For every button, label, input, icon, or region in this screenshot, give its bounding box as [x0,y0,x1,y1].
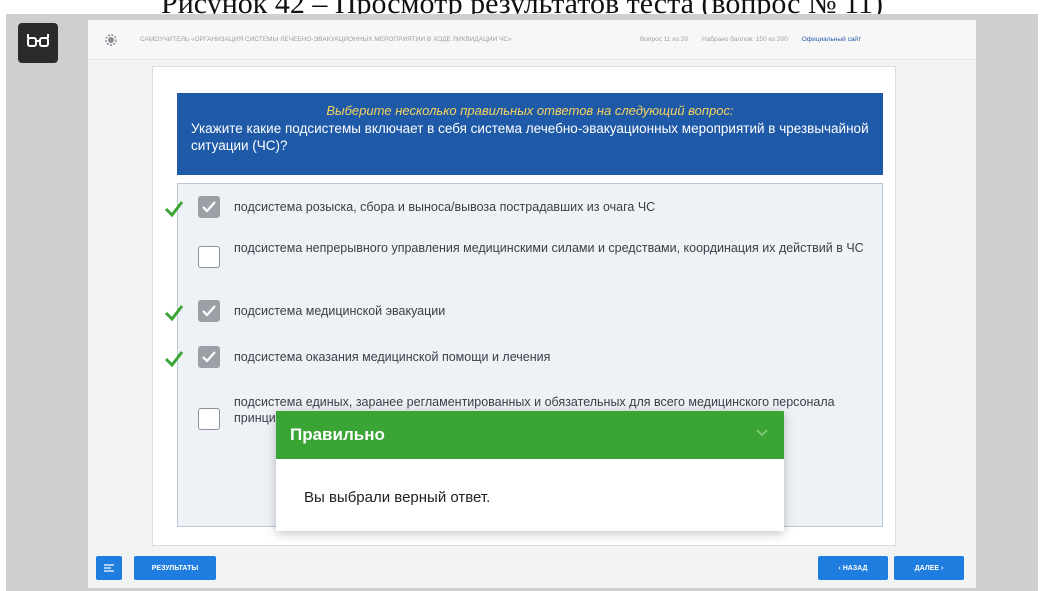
course-title: САМОУЧИТЕЛЬ «ОРГАНИЗАЦИЯ СИСТЕМЫ ЛЕЧЕБНО… [140,36,512,43]
glasses-icon [27,34,49,47]
correct-check-icon [164,305,184,322]
feedback-title: Правильно [290,425,385,444]
menu-button[interactable] [96,556,122,580]
gear-icon[interactable] [104,33,118,47]
bottom-toolbar: РЕЗУЛЬТАТЫ ‹ НАЗАД ДАЛЕЕ › [96,556,966,582]
answer-text: подсистема розыска, сбора и выноса/вывоз… [234,200,656,214]
answer-checkbox[interactable] [198,196,220,218]
answer-checkbox[interactable] [198,300,220,322]
chevron-down-icon[interactable] [756,429,768,437]
checkmark-icon [202,305,216,317]
answer-text: подсистема оказания медицинской помощи и… [234,350,551,364]
top-bar: САМОУЧИТЕЛЬ «ОРГАНИЗАЦИЯ СИСТЕМЫ ЛЕЧЕБНО… [88,20,976,60]
question-text: Укажите какие подсистемы включает в себя… [191,121,869,153]
feedback-popup: Правильно Вы выбрали верный ответ. [276,411,784,531]
score-display: Набрано баллов: 150 из 200 [701,36,788,43]
answer-text: подсистема медицинской эвакуации [234,304,446,318]
correct-check-icon [164,201,184,218]
question-hint: Выберите несколько правильных ответов на… [326,103,734,118]
official-site-link[interactable]: Официальный сайт [802,36,861,43]
answer-checkbox[interactable] [198,346,220,368]
feedback-header[interactable]: Правильно [276,411,784,459]
menu-icon [104,564,114,572]
checkmark-icon [202,351,216,363]
results-button[interactable]: РЕЗУЛЬТАТЫ [134,556,216,580]
question-header: Выберите несколько правильных ответов на… [177,93,883,175]
back-button[interactable]: ‹ НАЗАД [818,556,888,580]
checkmark-icon [202,201,216,213]
question-counter: Вопрос 11 из 20 [640,36,688,43]
answer-checkbox[interactable] [198,246,220,268]
answer-checkbox[interactable] [198,408,220,430]
accessibility-glasses-button[interactable] [18,23,58,63]
next-button[interactable]: ДАЛЕЕ › [894,556,964,580]
answer-text: подсистема непрерывного управления медиц… [234,241,864,255]
feedback-message: Вы выбрали верный ответ. [304,489,491,506]
correct-check-icon [164,351,184,368]
